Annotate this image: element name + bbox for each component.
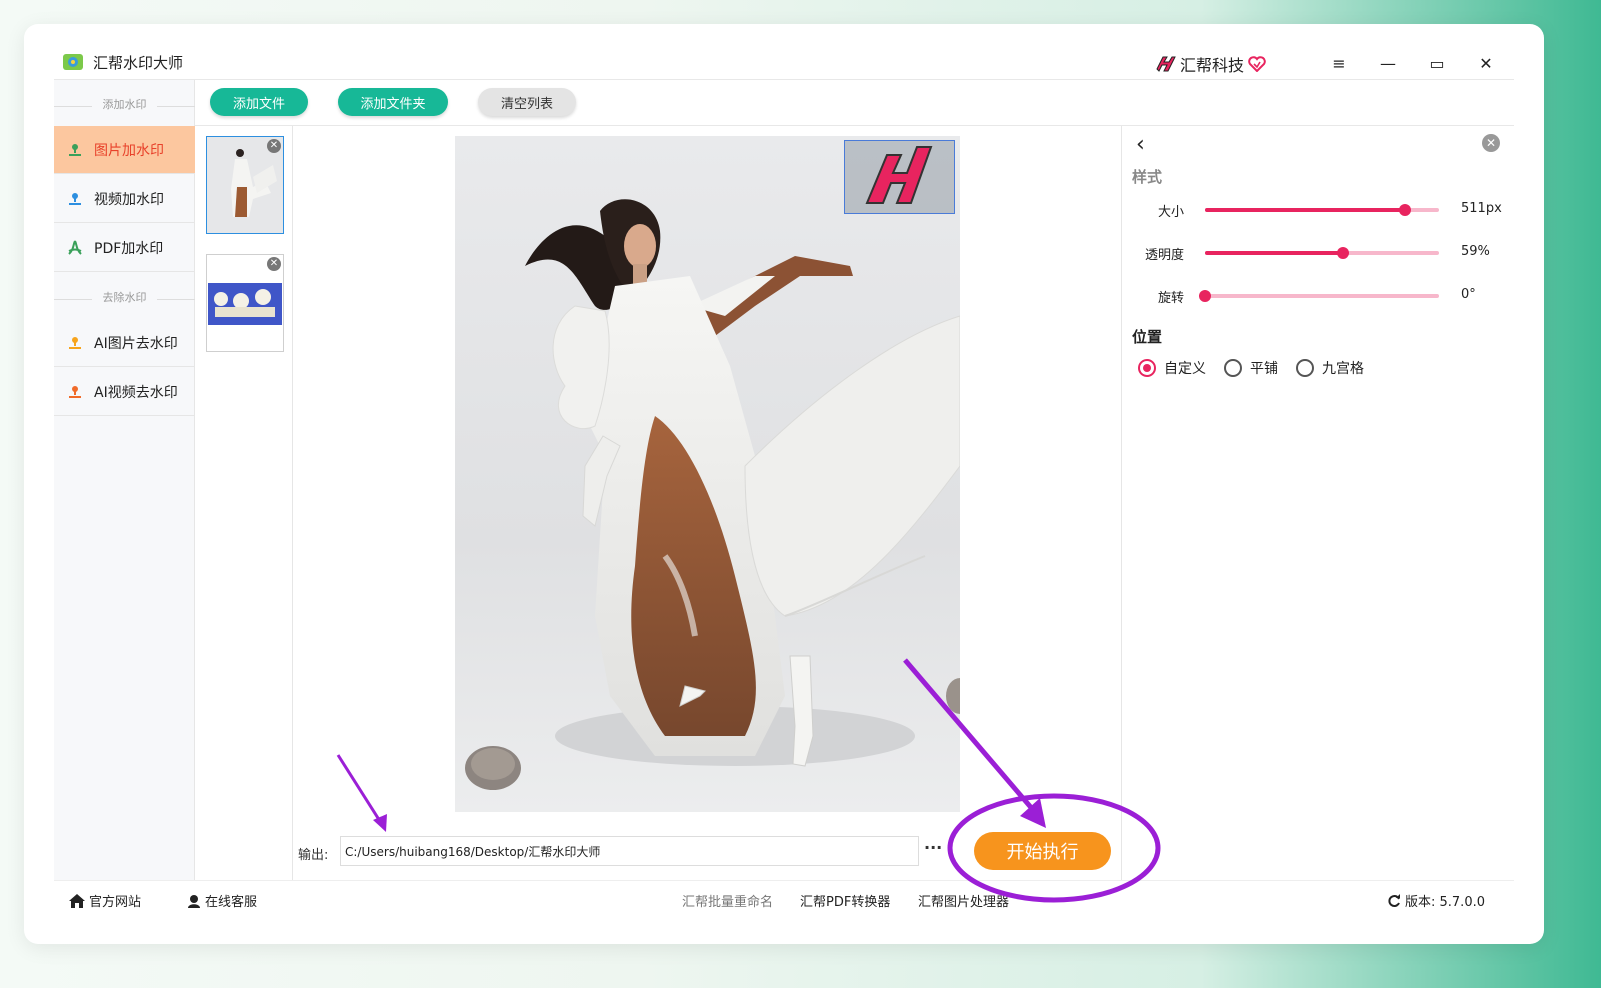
opacity-slider-row: 透明度 59% [1122,243,1515,263]
sidebar-item-label: 视频加水印 [94,191,164,208]
back-icon[interactable]: ‹ [1136,132,1145,157]
brand-name: 汇帮科技 [1180,56,1245,75]
size-slider[interactable] [1205,204,1439,216]
home-icon [69,893,85,908]
minimize-button[interactable]: — [1373,50,1403,76]
watermark-overlay[interactable] [844,140,955,214]
sidebar-item-ai-image-remove[interactable]: AI图片去水印 [54,319,195,367]
size-slider-knob[interactable] [1399,204,1412,216]
size-slider-row: 大小 511px [1122,200,1515,220]
radio-label: 九宫格 [1322,361,1364,377]
opacity-slider[interactable] [1205,247,1439,259]
thumbnail-list: ✕ ✕ [195,126,293,880]
version-label: 版本: 5.7.0.0 [1405,895,1485,910]
position-option-tile[interactable]: 平铺 [1224,358,1278,378]
sidebar-item-label: PDF加水印 [94,240,164,257]
thumbnail-item[interactable]: ✕ [206,136,284,234]
radio-selected-icon [1138,359,1156,377]
rotation-slider[interactable] [1199,290,1439,302]
section-add-watermark: 添加水印 [54,96,195,116]
sidebar-item-pdf-watermark[interactable]: PDF加水印 [54,224,195,272]
browse-output-button[interactable]: ··· [924,838,942,857]
heart-icon [1248,56,1266,72]
remove-thumbnail-icon[interactable]: ✕ [267,257,281,271]
preview-photo [465,199,960,790]
brand: 汇帮科技 [1154,52,1266,76]
sidebar-item-ai-video-remove[interactable]: AI视频去水印 [54,368,195,416]
app-window: 汇帮水印大师 汇帮科技 ≡ — ▭ ✕ 添加水印 图片加水印 视频加水印 PDF… [54,52,1514,916]
pdf-watermark-icon [66,239,84,257]
support-link[interactable]: 在线客服 [186,891,257,910]
size-slider-fill [1205,208,1406,212]
position-option-custom[interactable]: 自定义 [1138,358,1206,378]
rename-tool-link[interactable]: 汇帮批量重命名 [682,891,773,910]
size-value: 511px [1461,201,1502,216]
opacity-slider-fill [1205,251,1344,255]
website-label: 官方网站 [89,895,142,910]
menu-icon[interactable]: ≡ [1324,50,1354,76]
toolbar: 添加文件 添加文件夹 清空列表 [195,80,1514,126]
position-option-grid[interactable]: 九宫格 [1296,358,1364,378]
position-options: 自定义 平铺 九宫格 [1138,358,1364,378]
app-title: 汇帮水印大师 [93,54,184,72]
watermark-logo-icon [865,146,933,204]
output-label: 输出: [298,848,329,863]
thumbnail-item[interactable]: ✕ [206,254,284,352]
start-button[interactable]: 开始执行 [974,832,1111,870]
remove-thumbnail-icon[interactable]: ✕ [267,139,281,153]
image-processor-link[interactable]: 汇帮图片处理器 [918,891,1009,910]
maximize-button[interactable]: ▭ [1422,50,1452,76]
sidebar-item-label: AI图片去水印 [94,335,178,352]
sidebar: 添加水印 图片加水印 视频加水印 PDF加水印 去除水印 AI图片去水印 AI视… [54,80,195,880]
pdf-converter-link[interactable]: 汇帮PDF转换器 [800,891,890,910]
image-watermark-icon [66,141,84,159]
sidebar-item-label: 图片加水印 [94,142,164,159]
image-preview [455,136,960,812]
sidebar-item-image-watermark[interactable]: 图片加水印 [54,126,195,174]
rotation-label: 旋转 [1157,291,1184,306]
radio-label: 自定义 [1164,361,1206,377]
ai-video-remove-icon [66,383,84,401]
website-link[interactable]: 官方网站 [68,891,141,910]
sidebar-item-label: AI视频去水印 [94,384,178,401]
app-logo-icon [63,54,83,70]
opacity-slider-knob[interactable] [1337,247,1350,259]
settings-panel: ‹ ✕ 样式 大小 511px 透明度 59% 旋转 0° 位置 自定义 平铺 … [1121,126,1514,880]
radio-unselected-icon [1296,359,1314,377]
close-button[interactable]: ✕ [1471,50,1501,76]
section-remove-watermark: 去除水印 [54,289,195,309]
support-label: 在线客服 [205,895,258,910]
add-file-button[interactable]: 添加文件 [210,88,308,116]
output-path-field[interactable]: C:/Users/huibang168/Desktop/汇帮水印大师 [340,836,919,866]
opacity-value: 59% [1461,244,1490,259]
clear-list-button[interactable]: 清空列表 [478,88,576,116]
ai-image-remove-icon [66,334,84,352]
size-label: 大小 [1157,205,1184,220]
brand-logo-icon [1156,56,1176,72]
rotation-value: 0° [1461,287,1476,302]
radio-label: 平铺 [1250,361,1278,377]
rotation-slider-row: 旋转 0° [1122,286,1515,306]
headset-icon [188,894,200,908]
sidebar-item-video-watermark[interactable]: 视频加水印 [54,175,195,223]
title-bar: 汇帮水印大师 汇帮科技 ≡ — ▭ ✕ [54,52,1514,80]
version-info[interactable]: 版本: 5.7.0.0 [1386,891,1485,910]
close-panel-icon[interactable]: ✕ [1482,134,1500,152]
style-heading: 样式 [1132,168,1163,186]
position-heading: 位置 [1132,328,1163,346]
add-folder-button[interactable]: 添加文件夹 [338,88,448,116]
refresh-icon [1388,893,1400,907]
video-watermark-icon [66,190,84,208]
radio-unselected-icon [1224,359,1242,377]
rotation-slider-knob[interactable] [1199,290,1211,302]
footer: 官方网站 在线客服 汇帮批量重命名 汇帮PDF转换器 汇帮图片处理器 版本: 5… [54,880,1514,916]
opacity-label: 透明度 [1144,248,1184,263]
